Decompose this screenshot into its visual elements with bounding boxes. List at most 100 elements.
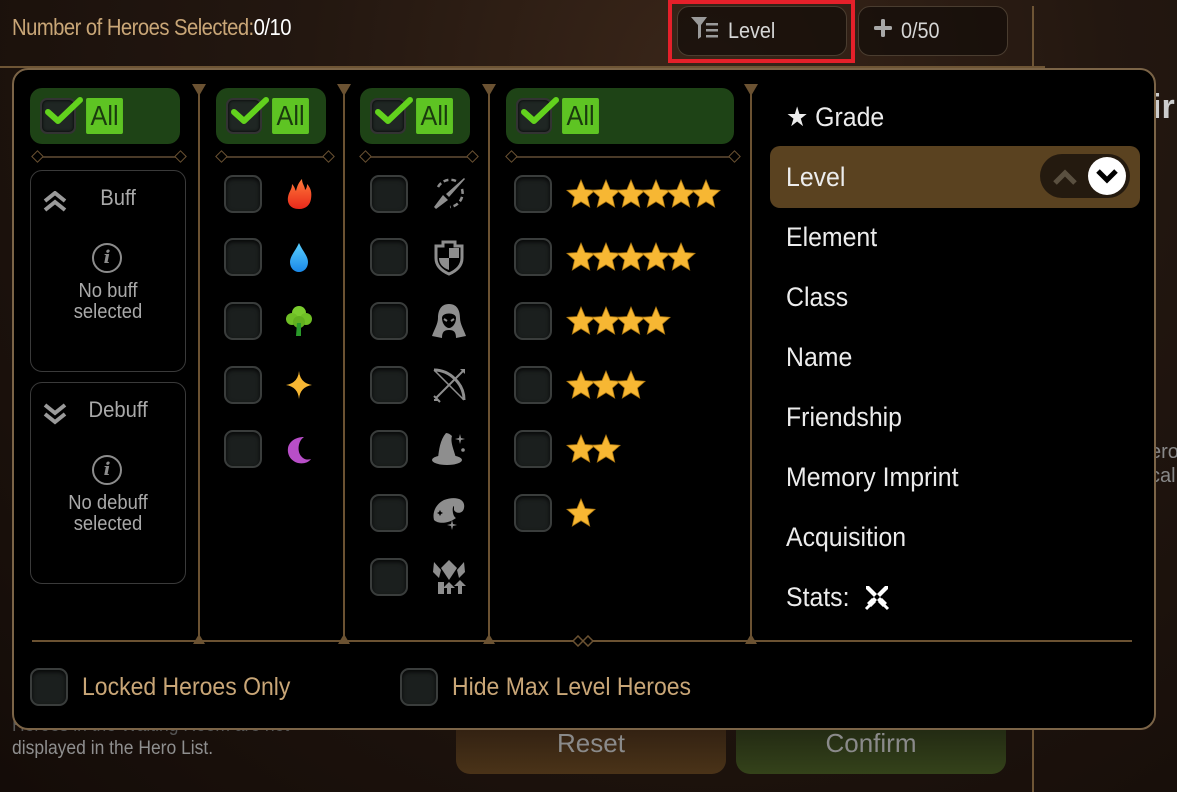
checkbox[interactable] [224,302,262,340]
chevron-up-icon[interactable] [1052,164,1078,195]
class-option-supporter[interactable] [370,558,468,596]
element-option-fire[interactable] [224,175,314,213]
tree-icon [284,305,314,337]
buff-empty-message: No buff selected [37,281,179,323]
star-rating [566,434,621,464]
buff-arrows-icon [430,558,468,596]
sort-option[interactable]: Stats: [770,566,1140,628]
buff-filter-box[interactable]: Buff i No buff selected [30,170,186,372]
checkbox[interactable] [514,238,552,276]
effects-all-toggle[interactable]: All [30,88,180,144]
sort-option[interactable]: Acquisition [770,506,1140,568]
checkmark-icon [231,97,269,124]
column-divider [337,84,351,644]
hide-max-level-option[interactable]: Hide Max Level Heroes [400,668,712,706]
checkbox[interactable] [370,175,408,213]
grade-option[interactable] [514,238,696,276]
sparkle-icon [284,369,314,401]
debuff-title: Debuff [88,397,148,422]
sort-option-label: Element [786,221,878,252]
class-option-attacker[interactable] [370,175,468,213]
star-icon [616,370,646,399]
heroes-selected-value: 0/10 [253,14,292,40]
class-option-defender[interactable] [370,238,468,276]
checkbox[interactable] [514,175,552,213]
all-label: All [272,98,310,134]
checkbox[interactable] [514,302,552,340]
checkbox[interactable] [224,430,262,468]
sort-option[interactable]: Class [770,266,1140,328]
element-option-light[interactable] [224,366,314,404]
checkbox[interactable] [370,558,408,596]
sort-option[interactable]: Memory Imprint [770,446,1140,508]
checkbox[interactable] [224,175,262,213]
element-option-dark[interactable] [224,430,314,468]
sort-option-label: Level [786,161,846,192]
hero-slots-button[interactable]: 0/50 [858,6,1008,56]
crossed-swords-icon [863,583,891,611]
checkbox[interactable] [30,668,68,706]
water-drop-icon [284,241,314,273]
section-divider [222,156,328,158]
checkbox[interactable] [224,366,262,404]
moon-icon [284,433,314,465]
section-divider [38,156,180,158]
filter-sort-icon [690,15,720,47]
element-all-toggle[interactable]: All [216,88,326,144]
checkbox[interactable] [370,238,408,276]
checkbox[interactable] [370,430,408,468]
grade-option[interactable] [514,430,621,468]
hide-max-level-label: Hide Max Level Heroes [452,672,692,701]
sort-option[interactable]: ★ Grade [770,86,1140,148]
buff-title: Buff [100,185,136,210]
element-option-earth[interactable] [224,302,314,340]
class-all-toggle[interactable]: All [360,88,470,144]
grade-option[interactable] [514,366,646,404]
section-divider [366,156,472,158]
star-icon [691,179,721,208]
class-option-ranger[interactable] [370,366,468,404]
chevron-down-icon[interactable] [1088,157,1126,195]
element-option-water[interactable] [224,238,314,276]
checkbox[interactable] [514,430,552,468]
sort-option[interactable]: Friendship [770,386,1140,448]
hint-line: displayed in the Hero List. [12,738,214,759]
column-divider [744,84,758,644]
class-option-assassin[interactable] [370,302,468,340]
checkbox[interactable] [370,302,408,340]
checkbox[interactable] [514,494,552,532]
locked-heroes-only-option[interactable]: Locked Heroes Only [30,668,309,706]
sort-button[interactable]: Level [677,6,847,56]
bow-icon [430,366,468,404]
star-icon [666,242,696,271]
checkbox[interactable] [370,494,408,532]
column-divider [482,84,496,644]
star-rating [566,242,696,272]
grade-option[interactable] [514,302,671,340]
checkbox[interactable] [400,668,438,706]
grade-all-toggle[interactable]: All [506,88,734,144]
debuff-filter-box[interactable]: Debuff i No debuff selected [30,382,186,584]
class-option-healer[interactable] [370,494,468,532]
checkbox-checked [226,97,269,134]
sort-direction-toggle[interactable] [1040,154,1130,198]
sort-button-label: Level [728,18,776,43]
sort-option[interactable]: Element [770,206,1140,268]
sort-option-label: Memory Imprint [786,461,959,492]
sort-option-label: Class [786,281,849,312]
grade-option[interactable] [514,175,721,213]
checkbox[interactable] [224,238,262,276]
plus-icon [873,18,893,44]
sort-option[interactable]: Level [770,146,1140,208]
star-icon [566,498,596,527]
checkbox[interactable] [514,366,552,404]
grade-option[interactable] [514,494,596,532]
sort-option-label: Friendship [786,401,902,432]
fire-icon [284,178,314,210]
checkbox[interactable] [370,366,408,404]
spirit-icon [430,494,468,532]
all-label: All [562,98,600,134]
class-option-mage[interactable] [370,430,468,468]
sort-option-label: ★ Grade [786,101,885,132]
sort-option[interactable]: Name [770,326,1140,388]
